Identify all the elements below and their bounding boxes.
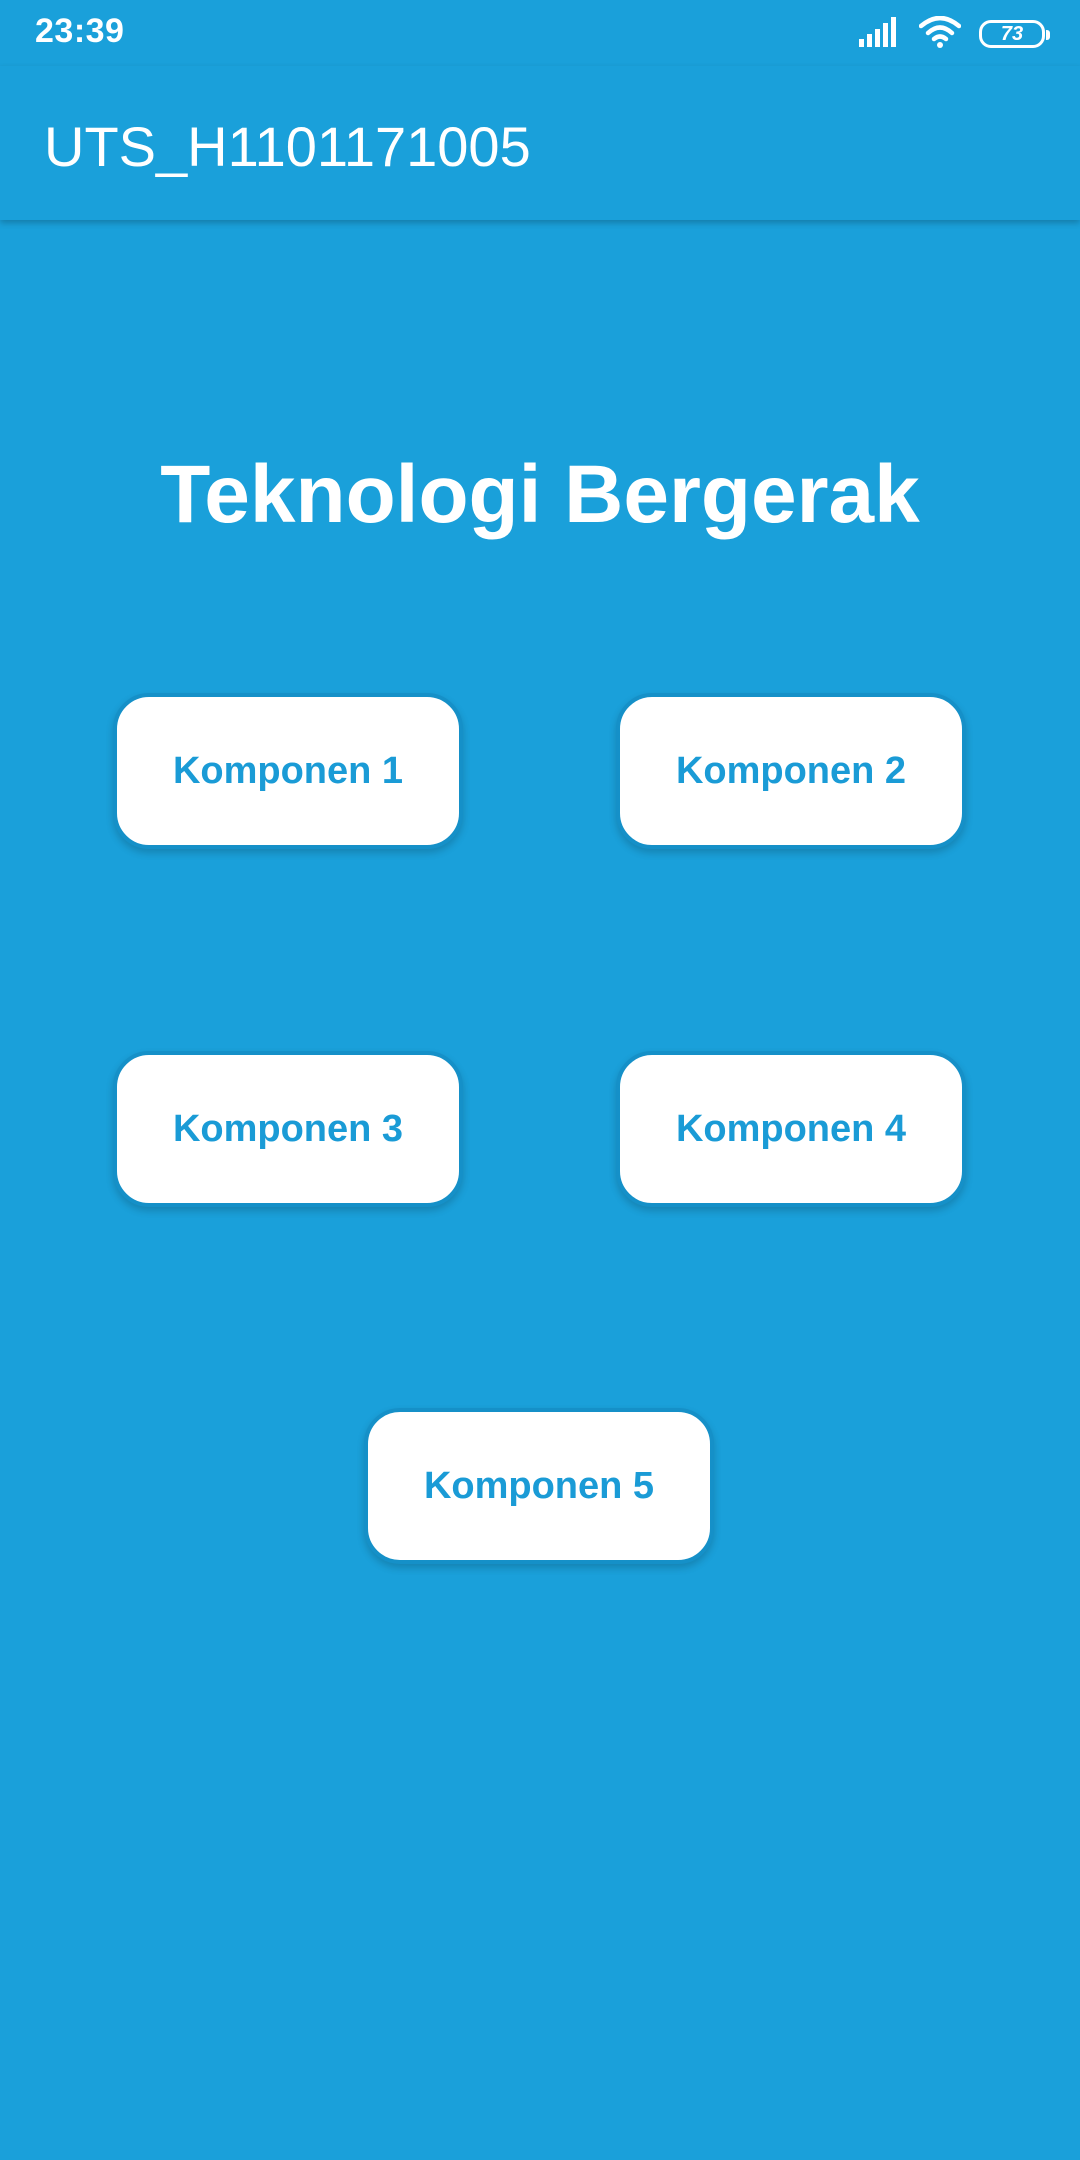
wifi-icon <box>918 15 962 53</box>
battery-tip <box>1046 30 1050 40</box>
app-bar: UTS_H1101171005 <box>0 66 1080 220</box>
status-time: 23:39 <box>35 12 125 50</box>
signal-icon <box>859 16 901 52</box>
komponen-5-button[interactable]: Komponen 5 <box>364 1408 714 1564</box>
status-icons: 73 <box>859 14 1050 54</box>
komponen-2-button[interactable]: Komponen 2 <box>616 693 966 849</box>
status-bar: 23:39 73 <box>0 0 1080 66</box>
komponen-3-button[interactable]: Komponen 3 <box>113 1051 463 1207</box>
komponen-4-button[interactable]: Komponen 4 <box>616 1051 966 1207</box>
komponen-1-button[interactable]: Komponen 1 <box>113 693 463 849</box>
battery-icon: 73 <box>979 20 1050 48</box>
battery-level: 73 <box>1000 22 1024 45</box>
page-title: Teknologi Bergerak <box>160 449 920 540</box>
app-title: UTS_H1101171005 <box>44 115 531 178</box>
